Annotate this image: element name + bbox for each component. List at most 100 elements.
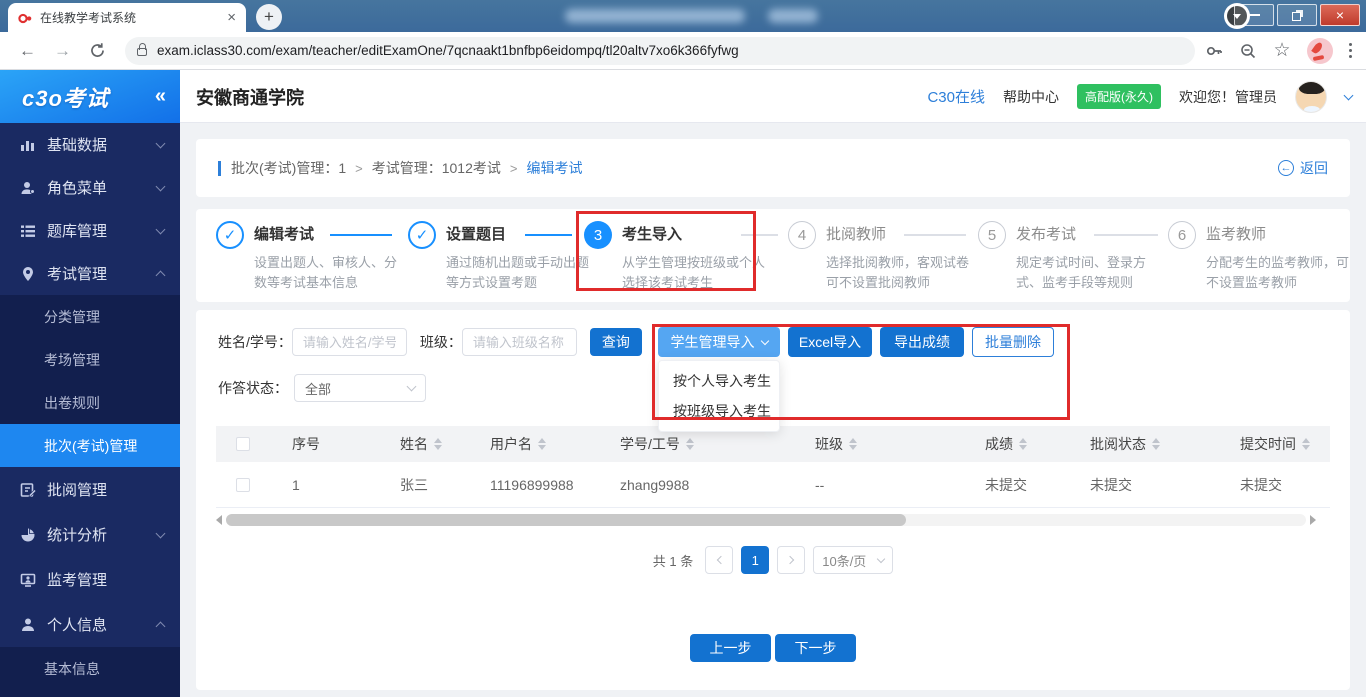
chevron-down-icon: [155, 528, 166, 538]
tab-title: 在线教学考试系统: [40, 11, 137, 25]
next-page-button[interactable]: [777, 546, 806, 574]
select-all-checkbox[interactable]: [236, 437, 250, 451]
sidebar-item-label: 基础数据: [47, 137, 108, 154]
previous-step-button[interactable]: 上一步: [690, 634, 771, 662]
step-desc: 通过随机出题或手动出题等方式设置考题: [446, 255, 590, 290]
browser-profile-avatar[interactable]: [1306, 37, 1333, 64]
step-title: 编辑考试: [254, 226, 315, 243]
user-menu-chevron-icon[interactable]: [1343, 90, 1354, 100]
sidebar-item-question-bank[interactable]: 题库管理: [0, 209, 180, 252]
sidebar-subitem-paper-rules[interactable]: 出卷规则: [0, 381, 180, 424]
class-filter-label: 班级：: [419, 334, 462, 350]
sort-icon[interactable]: [538, 438, 546, 450]
scroll-right-icon[interactable]: [1310, 515, 1316, 525]
bookmark-star-icon[interactable]: ☆: [1273, 39, 1290, 62]
excel-import-button[interactable]: Excel导入: [788, 327, 872, 357]
welcome-text: 欢迎您！管理员: [1179, 88, 1277, 105]
c30-online-link[interactable]: C30在线: [927, 86, 985, 107]
sort-icon[interactable]: [1019, 438, 1027, 450]
close-icon: ×: [1335, 7, 1345, 23]
breadcrumb-item[interactable]: 批次(考试)管理：1: [231, 158, 346, 178]
export-scores-button[interactable]: 导出成绩: [880, 327, 964, 357]
step-3-import-examinees[interactable]: 3 考生导入 从学生管理按班级或个人选择该考试考生: [584, 221, 767, 293]
next-step-button[interactable]: 下一步: [775, 634, 856, 662]
address-bar[interactable]: exam.iclass30.com/exam/teacher/editExamO…: [125, 36, 1196, 65]
prev-page-button[interactable]: [705, 546, 734, 574]
sidebar-item-review-management[interactable]: 批阅管理: [0, 467, 180, 512]
sort-icon[interactable]: [685, 438, 694, 450]
import-students-button[interactable]: 学生管理导入: [658, 327, 780, 357]
step-4-review-teachers[interactable]: 4 批阅教师 选择批阅教师，客观试卷可不设置批阅教师: [788, 221, 976, 293]
user-avatar[interactable]: [1295, 80, 1327, 113]
sidebar-item-exam-management[interactable]: 考试管理: [0, 252, 180, 295]
status-select[interactable]: 全部: [294, 374, 426, 402]
breadcrumb-item[interactable]: 考试管理：1012考试: [372, 158, 501, 178]
step-5-publish-exam[interactable]: 5 发布考试 规定考试时间、登录方式、监考手段等规则: [978, 221, 1166, 293]
browser-tab[interactable]: 在线教学考试系统 ×: [8, 3, 246, 32]
step-6-proctor-teachers[interactable]: 6 监考教师 分配考生的监考教师，可不设置监考教师: [1168, 221, 1356, 293]
sidebar-subitem-exam-room[interactable]: 考场管理: [0, 338, 180, 381]
forward-icon[interactable]: →: [54, 41, 71, 61]
sidebar-item-label: 角色菜单: [47, 180, 108, 197]
close-button[interactable]: ×: [1320, 4, 1360, 26]
batch-delete-button[interactable]: 批量删除: [972, 327, 1054, 357]
sidebar-item-label: 统计分析: [47, 527, 108, 544]
scrollbar-thumb[interactable]: [226, 514, 907, 526]
page-number-button[interactable]: 1: [741, 546, 770, 574]
sidebar-collapse-icon[interactable]: «: [155, 85, 166, 108]
row-checkbox[interactable]: [236, 477, 250, 492]
sidebar-item-personal-info[interactable]: 个人信息: [0, 602, 180, 647]
sidebar-item-statistics[interactable]: 统计分析: [0, 512, 180, 557]
sidebar-item-base-data[interactable]: 基础数据: [0, 123, 180, 166]
step-title: 设置题目: [446, 226, 507, 243]
personal-info-submenu: 基本信息: [0, 647, 180, 697]
dropdown-item-import-individual[interactable]: 按个人导入考生: [659, 366, 779, 396]
sidebar-subitem-category[interactable]: 分类管理: [0, 295, 180, 338]
sidebar-subitem-batch-exam-management[interactable]: 批次(考试)管理: [0, 424, 180, 467]
browser-menu-icon[interactable]: [1348, 42, 1352, 59]
tab-close-icon[interactable]: ×: [227, 10, 236, 25]
sort-icon[interactable]: [849, 438, 857, 450]
refresh-icon[interactable]: [89, 42, 106, 59]
scroll-left-icon[interactable]: [216, 515, 222, 525]
horizontal-scrollbar[interactable]: [216, 514, 1316, 526]
sidebar-item-proctor-management[interactable]: 监考管理: [0, 557, 180, 602]
new-tab-button[interactable]: +: [256, 4, 282, 30]
name-filter-input[interactable]: [291, 328, 407, 356]
favicon-icon: [18, 13, 32, 23]
back-icon[interactable]: ←: [19, 41, 36, 61]
browser-titlebar: 在线教学考试系统 × + ×: [0, 0, 1366, 32]
class-filter-input[interactable]: [461, 328, 577, 356]
page-size-select[interactable]: 10条/页: [813, 546, 894, 574]
zoom-icon[interactable]: [1239, 42, 1257, 60]
cell-username: 11196899988: [490, 476, 574, 493]
help-center-link[interactable]: 帮助中心: [1003, 87, 1059, 107]
search-button[interactable]: 查询: [589, 328, 642, 356]
cell-class: --: [815, 476, 825, 493]
person-icon: [22, 618, 34, 631]
restore-button[interactable]: [1277, 4, 1317, 26]
step-number: 6: [1168, 221, 1196, 249]
cell-name: 张三: [400, 476, 428, 493]
sort-icon[interactable]: [1152, 438, 1160, 450]
back-button[interactable]: ← 返回: [1278, 158, 1328, 178]
cell-student-id: zhang9988: [620, 476, 690, 493]
chevron-down-icon: [876, 554, 886, 563]
sidebar-item-label: 考试管理: [47, 266, 108, 283]
breadcrumb-card: 批次(考试)管理：1 > 考试管理：1012考试 > 编辑考试 ← 返回: [196, 139, 1350, 197]
step-number: 3: [584, 221, 612, 249]
step-1-edit-exam[interactable]: ✓ 编辑考试 设置出题人、审核人、分数等考试基本信息: [216, 221, 404, 293]
step-2-set-questions[interactable]: ✓ 设置题目 通过随机出题或手动出题等方式设置考题: [408, 221, 596, 293]
step-desc: 规定考试时间、登录方式、监考手段等规则: [1016, 255, 1147, 290]
scrollbar-track[interactable]: [226, 514, 1306, 526]
table-row[interactable]: 1 张三 11196899988 zhang9988 -- 未提交 未提交 未提…: [216, 462, 1330, 508]
sidebar-item-role-menu[interactable]: 角色菜单: [0, 166, 180, 209]
sidebar-subitem-basic-info[interactable]: 基本信息: [0, 647, 180, 691]
dropdown-item-import-class[interactable]: 按班级导入考生: [659, 396, 779, 426]
minimize-button[interactable]: [1234, 4, 1274, 26]
password-key-icon[interactable]: [1205, 42, 1223, 60]
sort-icon[interactable]: [1302, 438, 1310, 450]
app-logo[interactable]: c3o考试 «: [0, 70, 180, 123]
sort-icon[interactable]: [434, 438, 442, 450]
url-text[interactable]: exam.iclass30.com/exam/teacher/editExamO…: [157, 43, 739, 58]
